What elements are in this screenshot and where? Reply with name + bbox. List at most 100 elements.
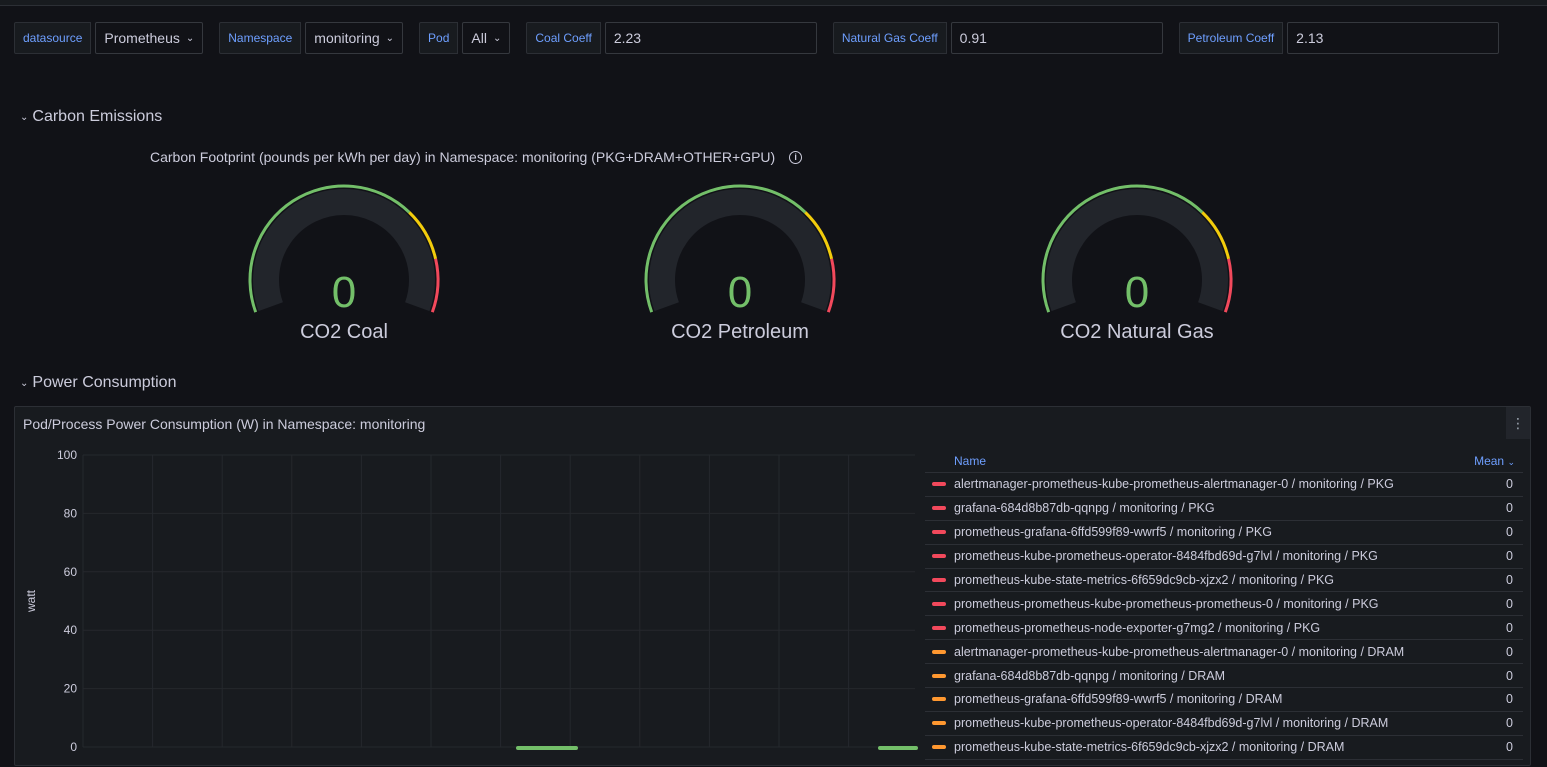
series-mean: 0 <box>1506 620 1513 635</box>
namespace-select[interactable]: monitoring ⌄ <box>305 22 404 54</box>
var-label: Namespace <box>219 22 302 54</box>
chevron-down-icon: ⌄ <box>20 111 29 123</box>
y-axis-label: watt <box>24 589 38 613</box>
row-title: Carbon Emissions <box>32 108 163 125</box>
series-color-swatch[interactable] <box>932 745 946 750</box>
chevron-down-icon: ⌄ <box>20 377 29 389</box>
var-label: datasource <box>14 22 92 54</box>
var-coal-coeff: Coal Coeff 2.23 <box>526 22 817 54</box>
series-mean: 0 <box>1506 525 1513 540</box>
legend-row[interactable]: prometheus-prometheus-kube-prometheus-pr… <box>925 592 1523 617</box>
series-name[interactable]: prometheus-kube-state-metrics-6f659dc9cb… <box>954 573 1506 587</box>
series-name[interactable]: grafana-684d8b87db-qqnpg / monitoring / … <box>954 669 1506 683</box>
row-title: Power Consumption <box>32 374 177 391</box>
series-name[interactable]: prometheus-grafana-6ffd599f89-wwrf5 / mo… <box>954 692 1506 706</box>
var-label: Natural Gas Coeff <box>832 22 947 54</box>
gauge-label: CO2 Coal <box>300 321 388 343</box>
legend-row[interactable]: grafana-684d8b87db-qqnpg / monitoring / … <box>925 497 1523 521</box>
series-color-swatch[interactable] <box>932 578 946 582</box>
series-color-swatch[interactable] <box>932 506 946 511</box>
legend-header: Name Mean ⌄ <box>925 449 1523 473</box>
series-color-swatch[interactable] <box>932 601 946 606</box>
series-color-swatch[interactable] <box>932 649 946 654</box>
gauge-co2-petroleum: 0 CO2 Petroleum <box>640 180 840 350</box>
gauge-label: CO2 Natural Gas <box>1060 321 1214 343</box>
top-strip <box>0 0 1547 6</box>
chevron-down-icon: ⌄ <box>385 32 395 44</box>
series-name[interactable]: prometheus-prometheus-kube-prometheus-pr… <box>954 597 1506 611</box>
petroleum-coeff-input[interactable]: 2.13 <box>1287 22 1500 54</box>
gauge-value: 0 <box>1124 268 1150 317</box>
var-label: Petroleum Coeff <box>1178 22 1284 54</box>
y-tick-label: 80 <box>64 506 78 520</box>
legend-mean-header[interactable]: Mean ⌄ <box>1474 454 1523 468</box>
series-name[interactable]: prometheus-kube-prometheus-operator-8484… <box>954 716 1506 730</box>
legend-row[interactable]: prometheus-grafana-6ffd599f89-wwrf5 / mo… <box>925 521 1523 545</box>
y-tick-label: 100 <box>57 448 77 462</box>
select-value: Prometheus <box>104 30 180 46</box>
series-mean: 0 <box>1506 692 1513 707</box>
series-name[interactable]: grafana-684d8b87db-qqnpg / monitoring / … <box>954 501 1506 515</box>
series-color-swatch[interactable] <box>932 530 946 535</box>
gauge-co2-coal: 0 CO2 Coal <box>244 180 444 350</box>
series-mean: 0 <box>1506 668 1513 683</box>
series-color-swatch[interactable] <box>932 482 946 487</box>
series-mean: 0 <box>1506 596 1513 611</box>
datasource-select[interactable]: Prometheus ⌄ <box>95 22 204 54</box>
power-consumption-panel: Pod/Process Power Consumption (W) in Nam… <box>14 406 1531 766</box>
series-name[interactable]: prometheus-grafana-6ffd599f89-wwrf5 / mo… <box>954 525 1506 539</box>
legend-name-header[interactable]: Name <box>925 454 1474 468</box>
series-mean: 0 <box>1506 549 1513 564</box>
series-name[interactable]: alertmanager-prometheus-kube-prometheus-… <box>954 645 1506 659</box>
pod-select[interactable]: All ⌄ <box>462 22 511 54</box>
chevron-down-icon: ⌄ <box>492 32 502 44</box>
chevron-down-icon: ⌄ <box>1507 456 1515 467</box>
legend-row[interactable]: prometheus-kube-prometheus-operator-8484… <box>925 712 1523 736</box>
legend-rows: alertmanager-prometheus-kube-prometheus-… <box>925 473 1523 760</box>
legend-row[interactable]: alertmanager-prometheus-kube-prometheus-… <box>925 473 1523 497</box>
panel-title: Pod/Process Power Consumption (W) in Nam… <box>23 416 426 432</box>
legend-row[interactable]: prometheus-grafana-6ffd599f89-wwrf5 / mo… <box>925 688 1523 712</box>
series-mean: 0 <box>1506 644 1513 659</box>
row-carbon-emissions[interactable]: ⌄ Carbon Emissions <box>20 108 162 126</box>
series-color-swatch[interactable] <box>932 625 946 630</box>
var-label: Coal Coeff <box>526 22 601 54</box>
legend-row[interactable]: prometheus-prometheus-node-exporter-g7mg… <box>925 616 1523 641</box>
timeseries-chart[interactable]: 100 80 60 40 20 0 watt <box>15 447 920 767</box>
var-label: Pod <box>419 22 459 54</box>
legend-table: Name Mean ⌄ alertmanager-prometheus-kube… <box>925 449 1523 760</box>
legend-row[interactable]: grafana-684d8b87db-qqnpg / monitoring / … <box>925 664 1523 689</box>
series-mean: 0 <box>1506 501 1513 516</box>
legend-row[interactable]: prometheus-kube-prometheus-operator-8484… <box>925 545 1523 569</box>
series-color-swatch[interactable] <box>932 673 946 678</box>
var-petroleum-coeff: Petroleum Coeff 2.13 <box>1178 22 1500 54</box>
panel-title: Carbon Footprint (pounds per kWh per day… <box>150 149 776 165</box>
series-marker <box>878 746 918 750</box>
series-mean: 0 <box>1506 573 1513 587</box>
panel-menu-button[interactable]: ⋮ <box>1506 407 1530 439</box>
select-value: monitoring <box>314 30 380 46</box>
series-name[interactable]: prometheus-prometheus-node-exporter-g7mg… <box>954 621 1506 635</box>
series-mean: 0 <box>1506 740 1513 755</box>
y-tick-label: 40 <box>64 623 78 637</box>
series-name[interactable]: prometheus-kube-prometheus-operator-8484… <box>954 549 1506 563</box>
vertical-ellipsis-icon: ⋮ <box>1511 414 1525 431</box>
natural-gas-coeff-input[interactable]: 0.91 <box>950 22 1163 54</box>
coal-coeff-input[interactable]: 2.23 <box>604 22 817 54</box>
series-name[interactable]: alertmanager-prometheus-kube-prometheus-… <box>954 477 1506 491</box>
gauge-co2-natural-gas: 0 CO2 Natural Gas <box>1037 180 1237 350</box>
series-marker <box>516 746 578 750</box>
series-color-swatch[interactable] <box>932 721 946 726</box>
series-name[interactable]: prometheus-kube-state-metrics-6f659dc9cb… <box>954 740 1506 754</box>
series-color-swatch[interactable] <box>932 697 946 702</box>
var-natural-gas-coeff: Natural Gas Coeff 0.91 <box>832 22 1163 54</box>
info-icon[interactable]: i <box>789 150 803 164</box>
row-power-consumption[interactable]: ⌄ Power Consumption <box>20 374 176 392</box>
chevron-down-icon: ⌄ <box>185 32 195 44</box>
y-tick-label: 60 <box>64 565 78 579</box>
mean-header-label: Mean <box>1474 453 1505 468</box>
legend-row[interactable]: alertmanager-prometheus-kube-prometheus-… <box>925 640 1523 665</box>
series-mean: 0 <box>1506 477 1513 492</box>
series-color-swatch[interactable] <box>932 554 946 559</box>
legend-row[interactable]: prometheus-kube-state-metrics-6f659dc9cb… <box>925 569 1523 593</box>
